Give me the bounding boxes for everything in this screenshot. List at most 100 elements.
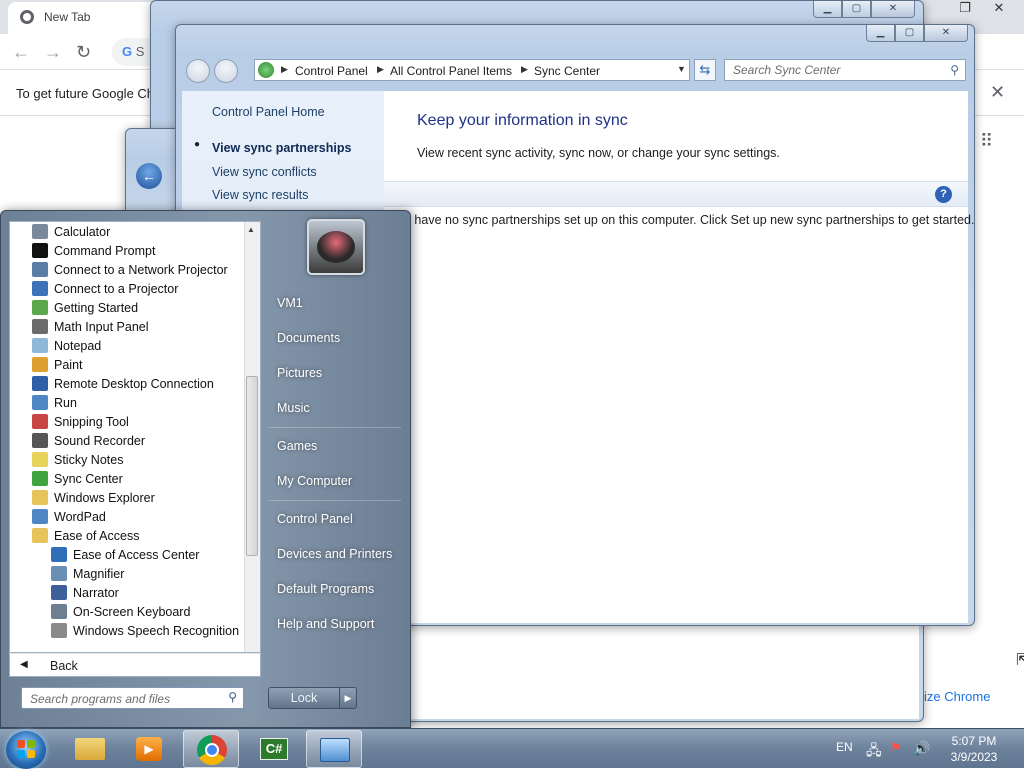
start-item-default-programs[interactable]: Default Programs bbox=[277, 582, 374, 596]
program-label: Paint bbox=[54, 358, 83, 372]
search-programs-input[interactable]: Search programs and files ⚲ bbox=[21, 687, 244, 709]
program-icon bbox=[32, 471, 48, 486]
program-label: Connect to a Projector bbox=[54, 282, 179, 296]
program-item[interactable]: Ease of Access bbox=[32, 528, 139, 547]
nav-control-panel-home[interactable]: Control Panel Home bbox=[212, 105, 325, 119]
program-subitem[interactable]: On-Screen Keyboard bbox=[51, 604, 190, 623]
program-subitem[interactable]: Magnifier bbox=[51, 566, 124, 585]
search-icon[interactable]: ⚲ bbox=[228, 690, 237, 704]
breadcrumb-control-panel[interactable]: Control Panel bbox=[295, 64, 368, 78]
search-sync-center-input[interactable]: Search Sync Center ⚲ bbox=[724, 59, 966, 81]
reload-icon[interactable]: ↻ bbox=[76, 42, 91, 63]
start-item-music[interactable]: Music bbox=[277, 401, 310, 415]
language-indicator[interactable]: EN bbox=[836, 740, 853, 754]
chrome-tab-title: New Tab bbox=[44, 10, 91, 24]
back-button[interactable]: ◀ Back bbox=[9, 653, 261, 677]
program-item[interactable]: Sticky Notes bbox=[32, 452, 123, 471]
back-button[interactable] bbox=[186, 59, 210, 83]
breadcrumb-all-items[interactable]: All Control Panel Items bbox=[390, 64, 512, 78]
program-subitem[interactable]: Windows Speech Recognition bbox=[51, 623, 239, 642]
program-subitem[interactable]: Narrator bbox=[51, 585, 119, 604]
forward-button[interactable] bbox=[214, 59, 238, 83]
program-icon bbox=[51, 585, 67, 600]
program-item[interactable]: Connect to a Projector bbox=[32, 281, 178, 300]
program-item[interactable]: Calculator bbox=[32, 224, 110, 243]
program-subitem[interactable]: Ease of Access Center bbox=[51, 547, 199, 566]
program-icon bbox=[32, 490, 48, 505]
program-item[interactable]: Math Input Panel bbox=[32, 319, 149, 338]
chrome-close-button[interactable]: ✕ bbox=[984, 0, 1014, 18]
chevron-down-icon[interactable]: ▼ bbox=[677, 64, 686, 74]
start-item-my-computer[interactable]: My Computer bbox=[277, 474, 352, 488]
program-item[interactable]: Getting Started bbox=[32, 300, 138, 319]
program-item[interactable]: Windows Explorer bbox=[32, 490, 155, 509]
program-item[interactable]: Connect to a Network Projector bbox=[32, 262, 228, 281]
back-arrow-icon[interactable]: ← bbox=[12, 42, 30, 63]
forward-arrow-icon[interactable]: → bbox=[44, 42, 62, 63]
help-icon[interactable]: ? bbox=[935, 186, 952, 203]
chrome-logo-icon bbox=[20, 10, 34, 24]
programs-list: Calculator Command Prompt Connect to a Net… bbox=[9, 221, 261, 653]
start-item-user[interactable]: VM1 bbox=[277, 296, 303, 310]
program-item[interactable]: Run bbox=[32, 395, 77, 414]
start-item-documents[interactable]: Documents bbox=[277, 331, 340, 345]
search-icon[interactable]: ⚲ bbox=[950, 63, 959, 77]
chrome-tab-new-tab[interactable]: New Tab bbox=[8, 2, 158, 34]
customize-chrome-button[interactable]: ize Chrome bbox=[908, 682, 1018, 712]
nav-view-sync-conflicts[interactable]: View sync conflicts bbox=[212, 165, 317, 179]
start-button[interactable] bbox=[6, 731, 46, 769]
bg-minimize-button[interactable]: ▁ bbox=[813, 1, 842, 18]
omnibox-text: S bbox=[135, 44, 145, 59]
program-icon bbox=[32, 338, 48, 353]
program-item[interactable]: Notepad bbox=[32, 338, 101, 357]
start-item-control-panel[interactable]: Control Panel bbox=[277, 512, 353, 526]
bg-close-button[interactable]: ✕ bbox=[871, 1, 915, 18]
shutdown-options-arrow[interactable]: ▶ bbox=[339, 687, 357, 709]
program-item[interactable]: Sync Center bbox=[32, 471, 123, 490]
program-item[interactable]: Paint bbox=[32, 357, 83, 376]
minimize-button[interactable]: ▁ bbox=[866, 25, 895, 42]
address-bar[interactable]: ▶ Control Panel ▶ All Control Panel Item… bbox=[254, 59, 690, 81]
windows-logo-icon bbox=[17, 740, 35, 758]
start-item-devices-printers[interactable]: Devices and Printers bbox=[277, 547, 392, 561]
start-item-pictures[interactable]: Pictures bbox=[277, 366, 322, 380]
scrollbar-thumb[interactable] bbox=[246, 376, 258, 556]
program-label: Getting Started bbox=[54, 301, 139, 315]
close-button[interactable]: ✕ bbox=[924, 25, 968, 42]
system-clock[interactable]: 5:07 PM 3/9/2023 bbox=[946, 733, 1002, 765]
infobar-close-icon[interactable]: ✕ bbox=[990, 82, 1005, 103]
start-item-help-support[interactable]: Help and Support bbox=[277, 617, 374, 631]
chevron-right-icon: ▶ bbox=[521, 64, 528, 74]
taskbar-explorer[interactable] bbox=[62, 730, 118, 768]
taskbar-chrome[interactable] bbox=[183, 730, 239, 768]
volume-icon[interactable]: 🔊 bbox=[913, 740, 930, 757]
taskbar-media-player[interactable]: ▶ bbox=[122, 730, 178, 768]
lock-button[interactable]: Lock bbox=[268, 687, 340, 709]
grid-icon[interactable]: ⠿ bbox=[980, 132, 993, 150]
bg-maximize-button[interactable]: ▢ bbox=[842, 1, 871, 18]
nav-view-sync-results[interactable]: View sync results bbox=[212, 188, 308, 202]
taskbar-control-panel[interactable] bbox=[306, 730, 362, 768]
breadcrumb-sync-center[interactable]: Sync Center bbox=[534, 64, 600, 78]
chrome-restore-button[interactable]: ❐ bbox=[950, 0, 980, 18]
refresh-icon[interactable]: ⇆ bbox=[694, 59, 716, 81]
program-item[interactable]: Command Prompt bbox=[32, 243, 155, 262]
program-item[interactable]: Snipping Tool bbox=[32, 414, 129, 433]
network-icon[interactable]: 🖧 bbox=[866, 740, 882, 764]
page-title: Keep your information in sync bbox=[417, 112, 628, 129]
start-item-games[interactable]: Games bbox=[277, 439, 317, 453]
back-arrow-icon[interactable]: ← bbox=[136, 163, 162, 189]
program-item[interactable]: WordPad bbox=[32, 509, 106, 528]
program-label: Sticky Notes bbox=[54, 453, 124, 467]
program-label: Calculator bbox=[54, 225, 111, 239]
maximize-button[interactable]: ▢ bbox=[895, 25, 924, 42]
content-pane: Keep your information in sync View recen… bbox=[384, 91, 974, 623]
program-item[interactable]: Sound Recorder bbox=[32, 433, 145, 452]
user-avatar[interactable] bbox=[307, 219, 365, 275]
program-item[interactable]: Remote Desktop Connection bbox=[32, 376, 214, 395]
program-label: Notepad bbox=[54, 339, 102, 353]
action-center-flag-icon[interactable]: ⚑ bbox=[890, 740, 902, 756]
scroll-up-icon[interactable]: ▲ bbox=[247, 225, 255, 234]
taskbar-csharp[interactable]: C# bbox=[246, 730, 302, 768]
nav-view-sync-partnerships[interactable]: View sync partnerships bbox=[212, 141, 351, 155]
